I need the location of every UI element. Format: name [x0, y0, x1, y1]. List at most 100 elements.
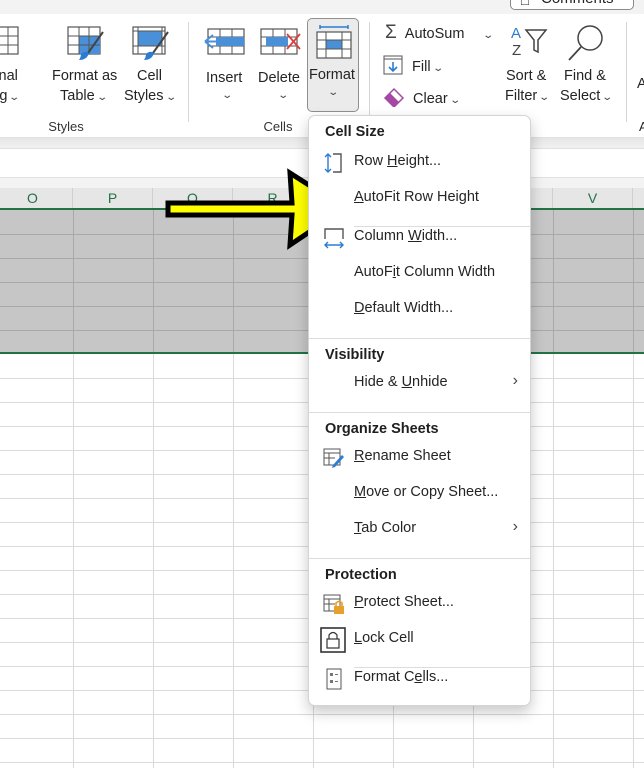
menu-item-format-cells[interactable]: Format Cells...	[309, 662, 530, 696]
access-key: D	[354, 300, 365, 316]
column-width-icon	[323, 227, 345, 249]
menu-item-lock-cell[interactable]: Lock Cell	[309, 623, 530, 657]
column-gridline	[73, 210, 74, 352]
comment-icon: □	[521, 0, 529, 8]
autosum-button[interactable]: Σ AutoSum ⌄	[385, 22, 495, 46]
svg-text:Z: Z	[512, 42, 521, 58]
cutoff-group-label: A	[639, 119, 644, 134]
column-header-label: O	[27, 190, 38, 206]
menu-item-rename-sheet[interactable]: Rename Sheet	[309, 441, 530, 475]
menu-item-label: Row Height...	[354, 153, 442, 169]
menu-item-tab-color[interactable]: Tab Color ›	[309, 513, 530, 547]
menu-item-autofit-row-height[interactable]: AutoFit Row Height	[309, 182, 530, 216]
fill-button[interactable]: Fill⌄	[383, 55, 444, 79]
column-header-label: P	[107, 190, 118, 206]
access-key: P	[354, 594, 364, 610]
sort-filter-button[interactable]: A Z Sort & Filter⌄	[502, 14, 556, 114]
column-header-v[interactable]: V	[553, 188, 633, 209]
chevron-down-icon: ⌄	[431, 63, 444, 74]
cell-styles-label-2: Styles	[124, 88, 164, 104]
cell-styles-icon	[132, 26, 169, 60]
format-cells-size-icon	[316, 25, 352, 59]
access-key: R	[354, 448, 365, 464]
conditional-formatting-label-2: tting	[0, 88, 8, 104]
fill-label: Fill	[412, 59, 431, 75]
menu-separator	[309, 412, 530, 413]
delete-cells-icon	[260, 28, 301, 55]
format-cells-icon	[323, 668, 345, 690]
comments-button[interactable]: □ Comments	[510, 0, 634, 10]
cell-styles-button[interactable]: Cell Styles⌄	[122, 14, 182, 114]
chevron-down-icon: ⌄	[8, 92, 21, 103]
styles-group-label: Styles	[48, 119, 84, 134]
chevron-down-icon: ⌄	[277, 90, 290, 101]
menu-item-label: Tab Color	[354, 520, 417, 536]
sort-filter-label-1: Sort &	[506, 68, 547, 84]
eraser-icon	[383, 87, 405, 109]
menu-item-default-width[interactable]: Default Width...	[309, 293, 530, 327]
autosum-label: AutoSum	[404, 26, 465, 42]
chevron-down-icon: ⌄	[482, 30, 495, 41]
find-select-button[interactable]: Find & Select⌄	[558, 14, 614, 114]
delete-button[interactable]: Delete ⌄	[254, 14, 306, 114]
menu-section-title: Visibility	[325, 347, 385, 363]
format-as-table-label-1: Format as	[52, 68, 118, 84]
protect-sheet-icon	[323, 593, 345, 615]
chevron-down-icon: ⌄	[538, 92, 551, 103]
menu-item-label: Lock Cell	[354, 630, 414, 646]
chevron-down-icon: ⌄	[601, 92, 614, 103]
group-divider	[626, 22, 627, 122]
column-header-o[interactable]: O	[0, 188, 73, 209]
column-header-p[interactable]: P	[73, 188, 153, 209]
svg-text:A: A	[511, 25, 521, 42]
access-key: e	[414, 669, 423, 685]
chevron-right-icon: ›	[512, 372, 518, 389]
format-as-table-icon	[67, 26, 104, 60]
menu-item-hide-unhide[interactable]: Hide & Unhide ›	[309, 367, 530, 401]
menu-item-label: AutoFit Column Width	[354, 264, 496, 280]
access-key: A	[354, 189, 364, 205]
find-select-label-1: Find &	[564, 68, 606, 84]
menu-item-protect-sheet[interactable]: Protect Sheet...	[309, 587, 530, 621]
column-gridline	[633, 210, 634, 352]
menu-item-column-width[interactable]: Column Width...	[309, 221, 530, 255]
column-header-w[interactable]: W	[633, 188, 644, 209]
column-gridline	[633, 354, 634, 768]
column-gridline	[553, 210, 554, 352]
format-as-table-label-2: Table	[60, 88, 95, 104]
menu-item-label: Default Width...	[354, 300, 454, 316]
menu-separator	[309, 338, 530, 339]
clear-label: Clear	[413, 91, 448, 107]
menu-item-label: Column Width...	[354, 228, 458, 244]
cell-styles-label-1: Cell	[137, 68, 162, 84]
insert-button[interactable]: Insert ⌄	[198, 14, 252, 114]
sigma-icon: Σ	[385, 22, 397, 43]
menu-item-row-height[interactable]: Row Height...	[309, 146, 530, 180]
menu-section-title: Organize Sheets	[325, 421, 439, 437]
menu-item-move-or-copy-sheet[interactable]: Move or Copy Sheet...	[309, 477, 530, 511]
chevron-down-icon: ⌄	[164, 92, 177, 103]
chevron-down-icon: ⌄	[221, 90, 234, 101]
format-as-table-button[interactable]: Format as Table⌄	[50, 14, 120, 114]
menu-item-label: Format Cells...	[354, 669, 449, 685]
clear-button[interactable]: Clear⌄	[383, 87, 461, 111]
menu-item-autofit-column-width[interactable]: AutoFit Column Width	[309, 257, 530, 291]
format-dropdown-menu: Cell Size Row Height... AutoFit Row Height…	[308, 115, 531, 706]
conditional-formatting-button[interactable]: itional tting⌄	[0, 14, 42, 114]
menu-item-label: Move or Copy Sheet...	[354, 484, 499, 500]
access-key: U	[401, 374, 413, 390]
format-button[interactable]: Format ⌄	[307, 18, 359, 112]
chevron-down-icon: ⌄	[327, 87, 340, 98]
delete-label: Delete	[258, 70, 300, 86]
chevron-right-icon: ›	[512, 518, 518, 535]
comments-label: Comments	[541, 0, 614, 7]
menu-separator	[309, 558, 530, 559]
menu-section-title: Protection	[325, 567, 397, 583]
column-header-label: V	[587, 190, 598, 206]
conditional-formatting-label-1: itional	[0, 68, 18, 84]
access-key: M	[354, 484, 367, 500]
cutoff-button-label[interactable]: A	[637, 74, 644, 94]
row-gridline	[0, 762, 644, 763]
rename-sheet-icon	[323, 447, 345, 469]
chevron-down-icon: ⌄	[95, 92, 108, 103]
